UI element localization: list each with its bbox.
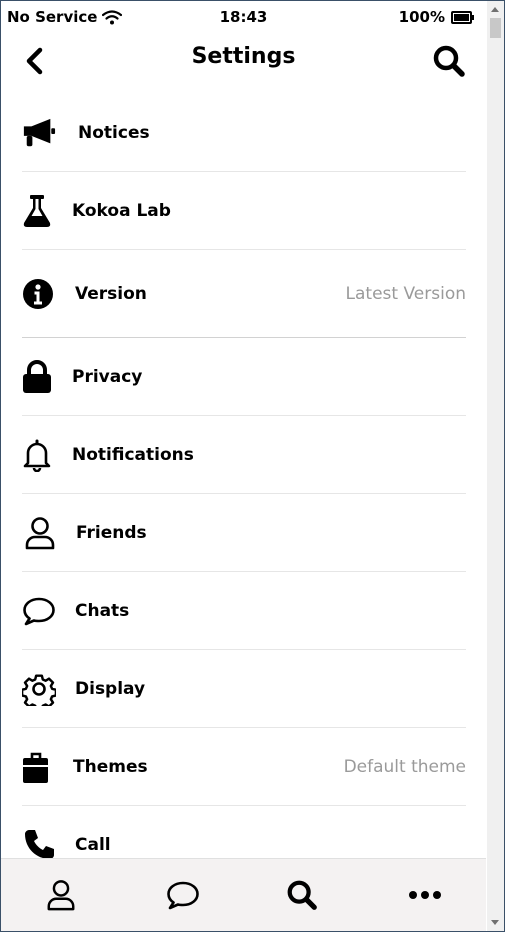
settings-item-label: Version <box>75 283 147 304</box>
settings-item-label: Display <box>75 678 146 699</box>
battery-icon <box>451 10 474 24</box>
scroll-down-arrow[interactable] <box>491 920 499 925</box>
user-icon <box>47 880 75 911</box>
settings-item-friends[interactable]: Friends <box>22 494 466 572</box>
status-right: 100% <box>398 8 474 26</box>
settings-item-themes[interactable]: Themes Default theme <box>22 728 466 806</box>
briefcase-icon <box>22 750 56 784</box>
scroll-thumb[interactable] <box>490 18 501 38</box>
settings-item-notices[interactable]: Notices <box>22 94 466 172</box>
settings-item-label: Themes <box>73 756 148 777</box>
phone-icon <box>22 828 56 862</box>
settings-item-label: Kokoa Lab <box>72 200 171 221</box>
bell-icon <box>22 438 56 472</box>
battery-label: 100% <box>398 8 445 26</box>
settings-item-privacy[interactable]: Privacy <box>22 338 466 416</box>
settings-item-kokoa-lab[interactable]: Kokoa Lab <box>22 172 466 250</box>
settings-item-label: Notices <box>78 122 150 143</box>
settings-item-version[interactable]: Version Latest Version <box>22 250 466 338</box>
status-bar: No Service 18:43 100% <box>1 1 486 35</box>
search-icon <box>287 880 317 910</box>
settings-item-label: Notifications <box>72 444 194 465</box>
scroll-up-arrow[interactable] <box>491 7 499 12</box>
chat-bubble-icon <box>22 594 56 628</box>
settings-item-label: Privacy <box>72 366 143 387</box>
chat-bubble-icon <box>167 881 199 910</box>
lock-icon <box>22 359 56 394</box>
user-icon <box>22 516 56 550</box>
tab-more[interactable] <box>405 877 445 913</box>
megaphone-icon <box>22 116 56 150</box>
app-window: No Service 18:43 100% Settings Notices K… <box>0 0 505 932</box>
settings-item-chats[interactable]: Chats <box>22 572 466 650</box>
scrollbar[interactable] <box>487 1 504 931</box>
tab-bar <box>1 858 486 931</box>
version-status: Latest Version <box>345 283 466 304</box>
settings-item-label: Call <box>75 834 111 855</box>
tab-friends[interactable] <box>41 877 81 913</box>
page-title: Settings <box>191 44 296 69</box>
settings-item-display[interactable]: Display <box>22 650 466 728</box>
settings-item-label: Chats <box>75 600 130 621</box>
tab-chats[interactable] <box>163 877 203 913</box>
gear-icon <box>22 672 56 706</box>
tab-search[interactable] <box>282 877 322 913</box>
flask-icon <box>22 194 56 228</box>
theme-value: Default theme <box>343 756 466 777</box>
settings-item-label: Friends <box>76 522 147 543</box>
settings-item-notifications[interactable]: Notifications <box>22 416 466 494</box>
settings-list: Notices Kokoa Lab Version Latest Version… <box>22 94 466 884</box>
more-icon <box>409 891 441 899</box>
search-button[interactable] <box>431 43 467 79</box>
info-icon <box>22 277 56 311</box>
header: Settings <box>1 35 486 87</box>
